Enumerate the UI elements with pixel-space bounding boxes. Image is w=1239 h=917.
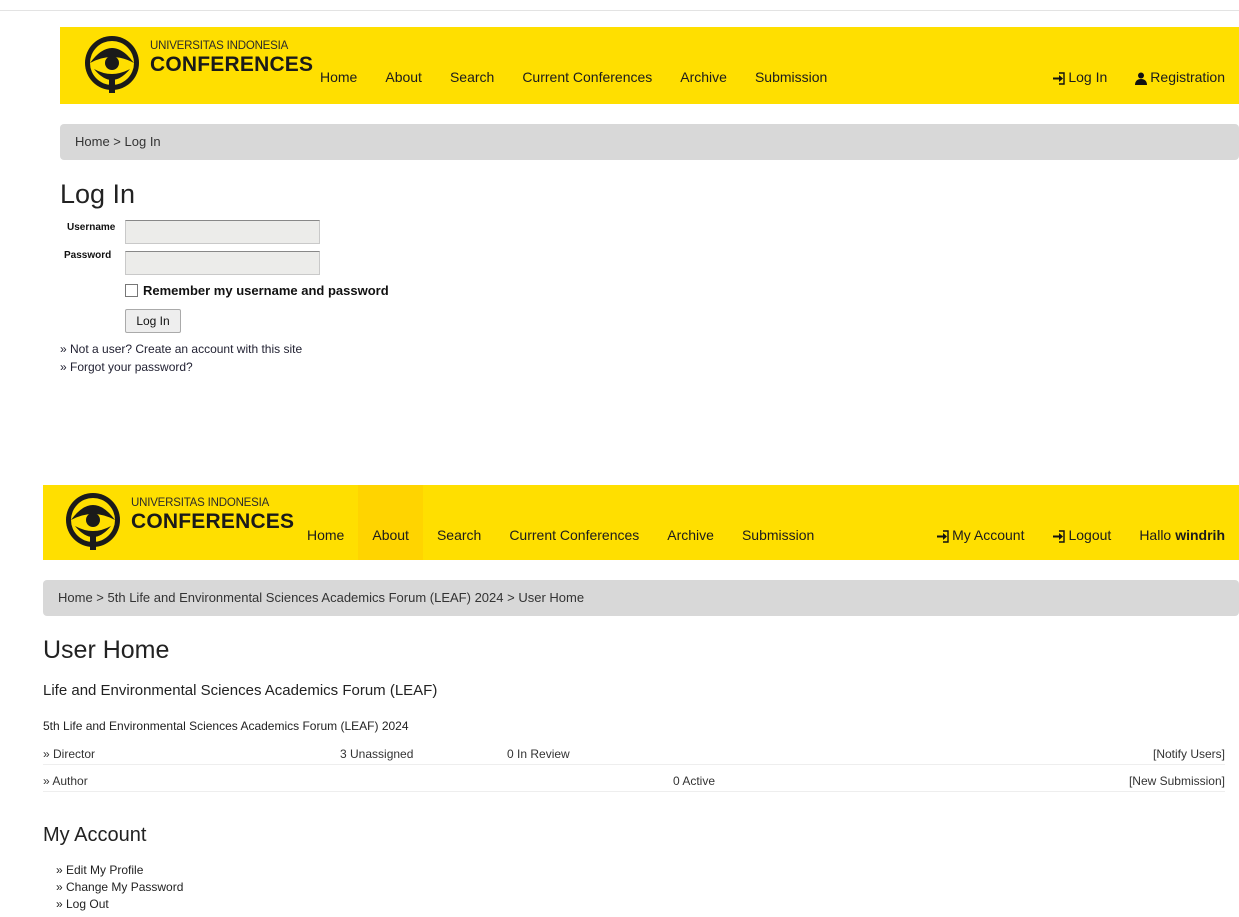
password-field[interactable] bbox=[125, 251, 320, 275]
makara-emblem-icon bbox=[85, 36, 139, 93]
nav-search[interactable]: Search bbox=[436, 27, 508, 104]
nav-my-account[interactable]: My Account bbox=[922, 485, 1038, 560]
page-title: Log In bbox=[60, 179, 136, 209]
main-menu: Home About Search Current Conferences Ar… bbox=[306, 27, 841, 104]
username-field[interactable] bbox=[125, 220, 320, 244]
nav-archive[interactable]: Archive bbox=[653, 485, 728, 560]
nav-about[interactable]: About bbox=[358, 485, 423, 560]
create-account-link[interactable]: » Not a user? Create an account with thi… bbox=[60, 342, 302, 356]
breadcrumb: Home > 5th Life and Environmental Scienc… bbox=[43, 580, 1239, 616]
nav-registration[interactable]: Registration bbox=[1121, 27, 1239, 104]
user-menu: Log In Registration bbox=[1038, 27, 1239, 104]
nav-logout[interactable]: Logout bbox=[1038, 485, 1125, 560]
nav-search[interactable]: Search bbox=[423, 485, 495, 560]
new-submission-link[interactable]: [New Submission] bbox=[1129, 774, 1225, 788]
breadcrumb-conference[interactable]: 5th Life and Environmental Sciences Acad… bbox=[108, 590, 504, 605]
brand-line2: CONFERENCES bbox=[131, 510, 295, 534]
nav-logout-label: Logout bbox=[1068, 527, 1112, 543]
nav-current-conferences[interactable]: Current Conferences bbox=[495, 485, 653, 560]
nav-submission[interactable]: Submission bbox=[741, 27, 841, 104]
breadcrumb-separator: > bbox=[503, 590, 519, 605]
nav-login-label: Log In bbox=[1068, 69, 1108, 85]
password-label: Password bbox=[64, 250, 112, 261]
breadcrumb-current[interactable]: Log In bbox=[125, 134, 161, 149]
username-label: Username bbox=[67, 222, 116, 233]
greeting-text: Hallo bbox=[1139, 527, 1172, 543]
user-menu: My Account Logout Hallo windrih bbox=[922, 485, 1239, 560]
edit-profile-link[interactable]: » Edit My Profile bbox=[56, 863, 143, 877]
nav-about[interactable]: About bbox=[371, 27, 436, 104]
director-unassigned[interactable]: 3 Unassigned bbox=[340, 747, 413, 761]
forgot-password-link[interactable]: » Forgot your password? bbox=[60, 360, 193, 374]
logout-icon bbox=[1053, 530, 1066, 543]
user-greeting: Hallo windrih bbox=[1125, 485, 1239, 560]
brand-logo[interactable]: UNIVERSITAS INDONESIA CONFERENCES bbox=[61, 490, 294, 554]
conference-title[interactable]: Life and Environmental Sciences Academic… bbox=[43, 682, 437, 699]
log-out-link[interactable]: » Log Out bbox=[56, 897, 109, 911]
breadcrumb-current[interactable]: User Home bbox=[518, 590, 584, 605]
notify-users-link[interactable]: [Notify Users] bbox=[1153, 747, 1225, 761]
breadcrumb-separator: > bbox=[92, 590, 108, 605]
nav-home[interactable]: Home bbox=[293, 485, 358, 560]
author-active[interactable]: 0 Active bbox=[673, 774, 715, 788]
nav-current-conferences[interactable]: Current Conferences bbox=[508, 27, 666, 104]
nav-submission[interactable]: Submission bbox=[728, 485, 828, 560]
navbar: UNIVERSITAS INDONESIA CONFERENCES Home A… bbox=[43, 485, 1239, 560]
login-button[interactable]: Log In bbox=[125, 309, 181, 333]
navbar: UNIVERSITAS INDONESIA CONFERENCES Home A… bbox=[60, 27, 1239, 104]
role-row-author: » Author 0 Active [New Submission] bbox=[43, 771, 1225, 792]
page-title: User Home bbox=[43, 636, 170, 664]
main-menu: Home About Search Current Conferences Ar… bbox=[293, 485, 828, 560]
role-row-director: » Director 3 Unassigned 0 In Review [Not… bbox=[43, 744, 1225, 765]
greeting-username: windrih bbox=[1175, 527, 1225, 543]
remember-checkbox[interactable] bbox=[125, 284, 138, 297]
breadcrumb-home[interactable]: Home bbox=[75, 134, 110, 149]
conference-name[interactable]: 5th Life and Environmental Sciences Acad… bbox=[43, 719, 409, 733]
director-in-review[interactable]: 0 In Review bbox=[507, 747, 570, 761]
top-divider bbox=[0, 10, 1239, 11]
nav-registration-label: Registration bbox=[1150, 69, 1225, 85]
remember-me[interactable]: Remember my username and password bbox=[125, 283, 389, 298]
breadcrumb-separator: > bbox=[109, 134, 125, 149]
breadcrumb: Home > Log In bbox=[60, 124, 1239, 160]
nav-login[interactable]: Log In bbox=[1038, 27, 1121, 104]
brand-line1: UNIVERSITAS INDONESIA bbox=[131, 496, 270, 509]
remember-label: Remember my username and password bbox=[143, 283, 389, 298]
nav-archive[interactable]: Archive bbox=[666, 27, 741, 104]
brand-line1: UNIVERSITAS INDONESIA bbox=[150, 39, 289, 52]
login-icon bbox=[937, 530, 949, 543]
role-author-link[interactable]: » Author bbox=[43, 774, 88, 788]
role-director-link[interactable]: » Director bbox=[43, 747, 95, 761]
my-account-heading: My Account bbox=[43, 824, 147, 846]
brand-logo[interactable]: UNIVERSITAS INDONESIA CONFERENCES bbox=[80, 33, 313, 97]
breadcrumb-home[interactable]: Home bbox=[58, 590, 93, 605]
nav-my-account-label: My Account bbox=[952, 527, 1025, 543]
change-password-link[interactable]: » Change My Password bbox=[56, 880, 183, 894]
brand-line2: CONFERENCES bbox=[150, 53, 314, 77]
nav-home[interactable]: Home bbox=[306, 27, 371, 104]
login-icon bbox=[1053, 72, 1066, 85]
makara-emblem-icon bbox=[66, 493, 120, 550]
user-icon bbox=[1135, 72, 1148, 85]
